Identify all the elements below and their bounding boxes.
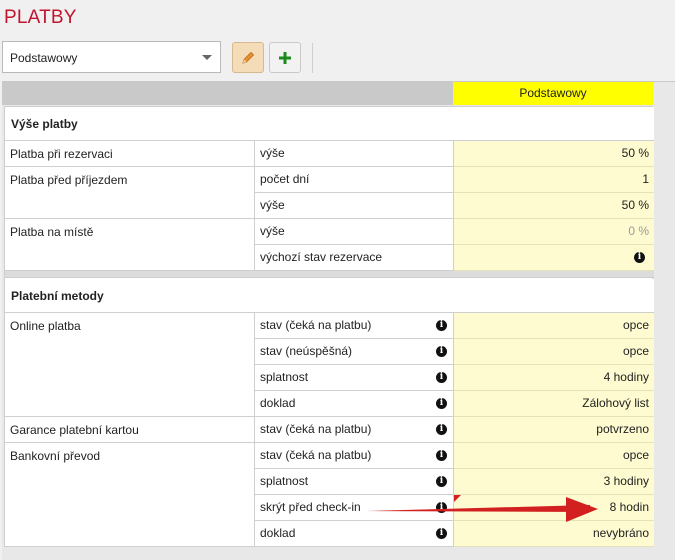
field-label: stav (neúspěšná)	[260, 344, 353, 358]
value-bank-transfer-waiting[interactable]: opce	[454, 443, 654, 469]
value-text: 8 hodin	[609, 500, 649, 514]
value-online-due[interactable]: 4 hodiny	[454, 365, 654, 391]
field-on-site-default-state: výchozí stav rezervace	[255, 245, 454, 271]
toolbar: Podstawowy	[2, 41, 675, 75]
field-label: splatnost	[260, 370, 309, 384]
field-label: doklad	[260, 396, 296, 410]
info-icon[interactable]: i	[436, 450, 447, 461]
value-online-document[interactable]: Zálohový list	[454, 391, 654, 417]
field-label: stav (čeká na platbu)	[260, 422, 372, 436]
plan-select[interactable]: Podstawowy	[2, 41, 221, 73]
page-title: PLATBY	[4, 7, 77, 28]
add-button[interactable]	[269, 42, 301, 73]
section-header-amounts: Výše platby	[5, 107, 654, 141]
value-on-site-amount[interactable]: 0 %	[454, 219, 654, 245]
row-label-online: Online platba	[5, 313, 255, 417]
value-online-waiting[interactable]: opce	[454, 313, 654, 339]
value-before-arrival-amount[interactable]: 50 %	[454, 193, 654, 219]
value-online-failed[interactable]: opce	[454, 339, 654, 365]
value-bank-transfer-hide[interactable]: 8 hodin	[454, 495, 654, 521]
field-bank-transfer-hide: skrýt před check-in i	[255, 495, 454, 521]
info-icon[interactable]: i	[436, 398, 447, 409]
row-label-reservation: Platba při rezervaci	[5, 141, 255, 167]
row-label-before-arrival: Platba před příjezdem	[5, 167, 255, 219]
value-on-site-default-state[interactable]: i	[454, 245, 654, 271]
edit-button[interactable]	[232, 42, 264, 73]
row-label-bank-transfer: Bankovní převod	[5, 443, 255, 547]
field-on-site-amount: výše	[255, 219, 454, 245]
value-bank-transfer-due[interactable]: 3 hodiny	[454, 469, 654, 495]
info-icon[interactable]: i	[436, 476, 447, 487]
field-bank-transfer-waiting: stav (čeká na platbu) i	[255, 443, 454, 469]
value-bank-transfer-document[interactable]: nevybráno	[454, 521, 654, 547]
value-before-arrival-days[interactable]: 1	[454, 167, 654, 193]
comment-marker-icon	[454, 495, 461, 502]
field-label: stav (čeká na platbu)	[260, 318, 372, 332]
column-header-podstawowy: Podstawowy	[453, 82, 653, 105]
field-label: doklad	[260, 526, 296, 540]
info-icon[interactable]: i	[436, 502, 447, 513]
chevron-down-icon	[202, 55, 212, 60]
info-icon[interactable]: i	[436, 372, 447, 383]
plan-select-value: Podstawowy	[10, 51, 78, 65]
field-label: skrýt před check-in	[260, 500, 361, 514]
field-card-guarantee-waiting: stav (čeká na platbu) i	[255, 417, 454, 443]
field-label: splatnost	[260, 474, 309, 488]
settings-grid: Podstawowy Výše platby Platba při rezerv…	[2, 81, 675, 560]
info-icon[interactable]: i	[436, 424, 447, 435]
field-before-arrival-amount: výše	[255, 193, 454, 219]
value-reservation-amount[interactable]: 50 %	[454, 141, 654, 167]
grid-body: Výše platby Platba při rezervaci výše 50…	[4, 106, 654, 547]
info-icon[interactable]: i	[634, 252, 645, 263]
field-online-due: splatnost i	[255, 365, 454, 391]
toolbar-divider	[312, 43, 313, 73]
value-card-guarantee-waiting[interactable]: potvrzeno	[454, 417, 654, 443]
field-label: stav (čeká na platbu)	[260, 448, 372, 462]
row-label-card-guarantee: Garance platební kartou	[5, 417, 255, 443]
info-icon[interactable]: i	[436, 346, 447, 357]
field-reservation-amount: výše	[255, 141, 454, 167]
info-icon[interactable]: i	[436, 320, 447, 331]
field-online-document: doklad i	[255, 391, 454, 417]
pencil-icon	[242, 51, 255, 64]
info-icon[interactable]: i	[436, 528, 447, 539]
field-online-failed: stav (neúspěšná) i	[255, 339, 454, 365]
field-before-arrival-days: počet dní	[255, 167, 454, 193]
field-bank-transfer-document: doklad i	[255, 521, 454, 547]
section-divider	[5, 271, 654, 278]
row-label-on-site: Platba na místě	[5, 219, 255, 271]
field-bank-transfer-due: splatnost i	[255, 469, 454, 495]
field-online-waiting: stav (čeká na platbu) i	[255, 313, 454, 339]
plus-icon	[279, 51, 291, 64]
section-header-methods: Platební metody	[5, 279, 654, 313]
